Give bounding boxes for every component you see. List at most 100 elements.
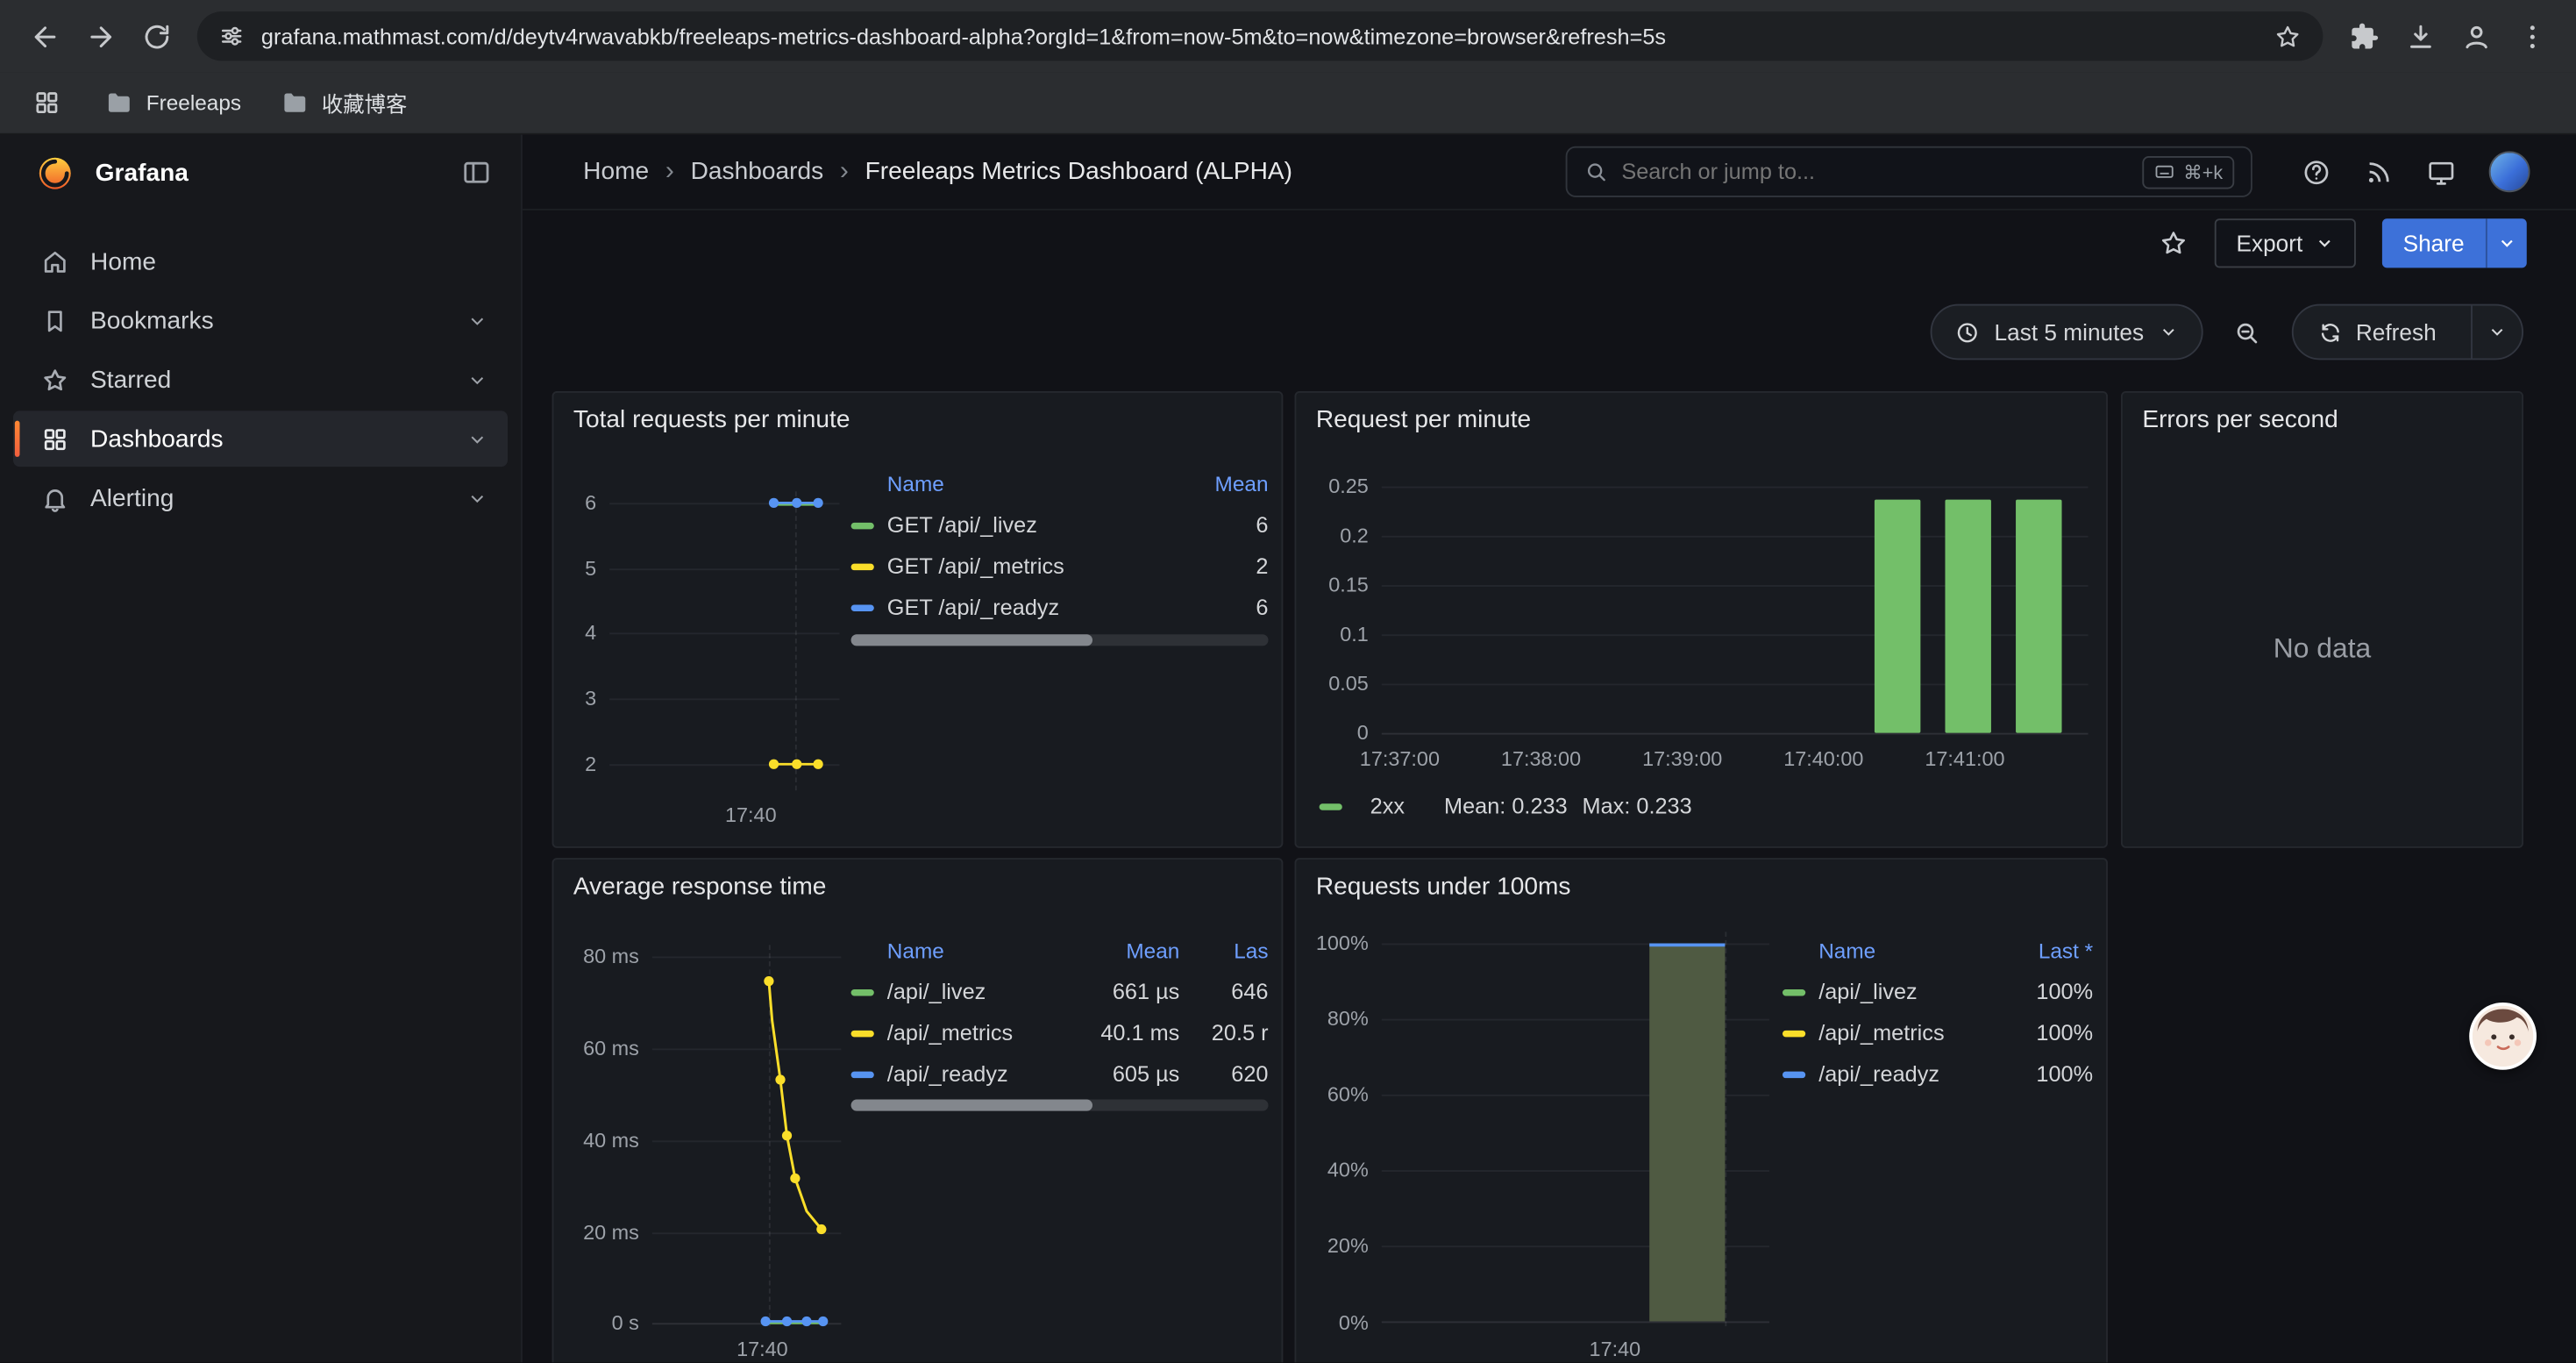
- extensions-icon[interactable]: [2336, 8, 2392, 64]
- sidebar-item-label: Dashboards: [90, 425, 224, 453]
- main-area: Home › Dashboards › Freeleaps Metrics Da…: [523, 135, 2576, 1363]
- legend-col-last[interactable]: Las: [1179, 938, 1268, 962]
- legend-col-mean[interactable]: Mean: [1177, 471, 1269, 496]
- bell-icon: [41, 484, 69, 512]
- x-tick: 17:40: [1566, 1338, 1664, 1360]
- apps-grid-icon[interactable]: [26, 83, 66, 123]
- legend-row[interactable]: /api/_metrics 100%: [1783, 1012, 2093, 1053]
- legend-table: Name Last * /api/_livez 100% /api/_metri…: [1783, 929, 2093, 1095]
- legend-series[interactable]: 2xx: [1370, 794, 1405, 818]
- grafana-logo[interactable]: [36, 153, 74, 191]
- search-icon: [1583, 160, 1608, 184]
- sidebar-item-label: Home: [90, 247, 156, 275]
- legend-row[interactable]: GET /api/_livez 6: [851, 504, 1269, 546]
- chevron-down-icon[interactable]: [466, 369, 487, 390]
- legend-table: Name Mean Las /api/_livez 661 µs 646: [851, 929, 1269, 1095]
- site-info-icon[interactable]: [218, 23, 245, 49]
- panel-title[interactable]: Request per minute: [1316, 406, 1531, 434]
- series-color-green: [851, 988, 874, 995]
- legend-col-name[interactable]: Name: [851, 938, 1088, 962]
- breadcrumb-dashboards[interactable]: Dashboards: [691, 158, 824, 186]
- zoom-out-icon: [2233, 318, 2261, 346]
- scrollbar-thumb[interactable]: [851, 634, 1093, 646]
- sidebar-item-dashboards[interactable]: Dashboards: [13, 410, 508, 467]
- legend-row[interactable]: GET /api/_readyz 6: [851, 587, 1269, 628]
- chevron-down-icon[interactable]: [466, 428, 487, 449]
- legend-scrollbar[interactable]: [851, 634, 1269, 646]
- panel-title[interactable]: Errors per second: [2142, 406, 2338, 434]
- series-color-green: [1320, 803, 1342, 809]
- home-icon: [41, 247, 69, 275]
- chevron-down-icon: [2497, 233, 2516, 253]
- user-avatar[interactable]: [2489, 151, 2530, 192]
- series-color-blue: [851, 1071, 874, 1077]
- avatar-face: [2473, 1006, 2533, 1067]
- sidebar-item-label: Starred: [90, 366, 171, 394]
- bookmark-folder-freeleaps[interactable]: Freeleaps: [105, 89, 241, 117]
- panel-avg-response-time: Average response time 80 ms 60 ms 40 ms …: [552, 858, 1284, 1363]
- favorite-star-icon[interactable]: [2159, 228, 2188, 258]
- share-dropdown-button[interactable]: [2486, 218, 2527, 268]
- y-tick: 80%: [1296, 1008, 1368, 1031]
- legend-scrollbar[interactable]: [851, 1100, 1269, 1111]
- legend-row[interactable]: /api/_livez 661 µs 646: [851, 971, 1269, 1012]
- folder-icon: [281, 89, 309, 117]
- legend-row[interactable]: /api/_livez 100%: [1783, 971, 2093, 1012]
- floating-assistant-avatar[interactable]: [2469, 1003, 2537, 1070]
- sidebar-collapse-icon[interactable]: [462, 158, 492, 188]
- share-button-main[interactable]: Share: [2381, 218, 2486, 268]
- back-button[interactable]: [17, 8, 73, 64]
- refresh-button[interactable]: Refresh: [2294, 306, 2457, 359]
- panel-title[interactable]: Requests under 100ms: [1316, 873, 1571, 901]
- chevron-down-icon[interactable]: [466, 310, 487, 331]
- y-tick: 0.1: [1296, 623, 1368, 646]
- legend-col-name[interactable]: Name: [1783, 938, 2004, 962]
- sidebar-item-starred[interactable]: Starred: [13, 352, 508, 408]
- export-button[interactable]: Export: [2215, 218, 2355, 268]
- sidebar-nav: Home Bookmarks Starred Dashboards: [0, 211, 521, 549]
- search-input[interactable]: [1621, 160, 2129, 184]
- help-icon[interactable]: [2302, 157, 2331, 187]
- breadcrumb-home[interactable]: Home: [583, 158, 649, 186]
- time-toolbar: Last 5 minutes Refresh: [1930, 304, 2523, 360]
- reload-button[interactable]: [128, 8, 184, 64]
- time-range-picker[interactable]: Last 5 minutes: [1930, 304, 2202, 360]
- scrollbar-thumb[interactable]: [851, 1100, 1093, 1111]
- bookmark-label: 收藏博客: [322, 87, 407, 118]
- monitor-icon[interactable]: [2426, 157, 2456, 187]
- search-box[interactable]: ⌘+k: [1566, 146, 2252, 197]
- sidebar: Grafana Home Bookmarks Starred: [0, 135, 523, 1363]
- legend-row[interactable]: /api/_metrics 40.1 ms 20.5 r: [851, 1012, 1269, 1053]
- bar-chart: [1649, 944, 1725, 1322]
- forward-button[interactable]: [72, 8, 128, 64]
- no-data-message: No data: [2123, 632, 2522, 665]
- legend-row[interactable]: /api/_readyz 100%: [1783, 1053, 2093, 1095]
- x-tick: 17:40: [713, 1338, 811, 1360]
- sidebar-item-alerting[interactable]: Alerting: [13, 470, 508, 526]
- sidebar-item-home[interactable]: Home: [13, 233, 508, 289]
- legend-mean: Mean: 0.233: [1444, 794, 1568, 818]
- legend-col-mean[interactable]: Mean: [1087, 938, 1179, 962]
- dashboards-grid-icon: [41, 425, 69, 453]
- profile-avatar-icon[interactable]: [2448, 8, 2504, 64]
- refresh-interval-dropdown[interactable]: [2471, 306, 2522, 359]
- legend-table: Name Mean GET /api/_livez 6 GET /api/_me…: [851, 462, 1269, 628]
- sidebar-item-bookmarks[interactable]: Bookmarks: [13, 293, 508, 349]
- url-bar[interactable]: grafana.mathmast.com/d/deytv4rwavabkb/fr…: [197, 11, 2323, 61]
- legend-col-name[interactable]: Name: [851, 471, 1177, 496]
- download-icon[interactable]: [2392, 8, 2448, 64]
- bookmark-star-icon[interactable]: [2274, 22, 2302, 50]
- browser-menu-icon[interactable]: [2504, 8, 2560, 64]
- legend-row[interactable]: /api/_readyz 605 µs 620: [851, 1053, 1269, 1095]
- bookmark-folder-blogs[interactable]: 收藏博客: [281, 87, 407, 118]
- chevron-down-icon[interactable]: [466, 488, 487, 509]
- url-text[interactable]: grafana.mathmast.com/d/deytv4rwavabkb/fr…: [261, 24, 2258, 48]
- news-rss-icon[interactable]: [2364, 157, 2394, 187]
- legend-col-last[interactable]: Last *: [2004, 938, 2093, 962]
- bar: [1875, 500, 1920, 732]
- bar: [2016, 500, 2061, 732]
- legend-row[interactable]: GET /api/_metrics 2: [851, 546, 1269, 587]
- bookmarks-bar: Freeleaps 收藏博客: [0, 72, 2576, 134]
- y-tick: 40%: [1296, 1159, 1368, 1181]
- zoom-out-button[interactable]: [2219, 304, 2275, 360]
